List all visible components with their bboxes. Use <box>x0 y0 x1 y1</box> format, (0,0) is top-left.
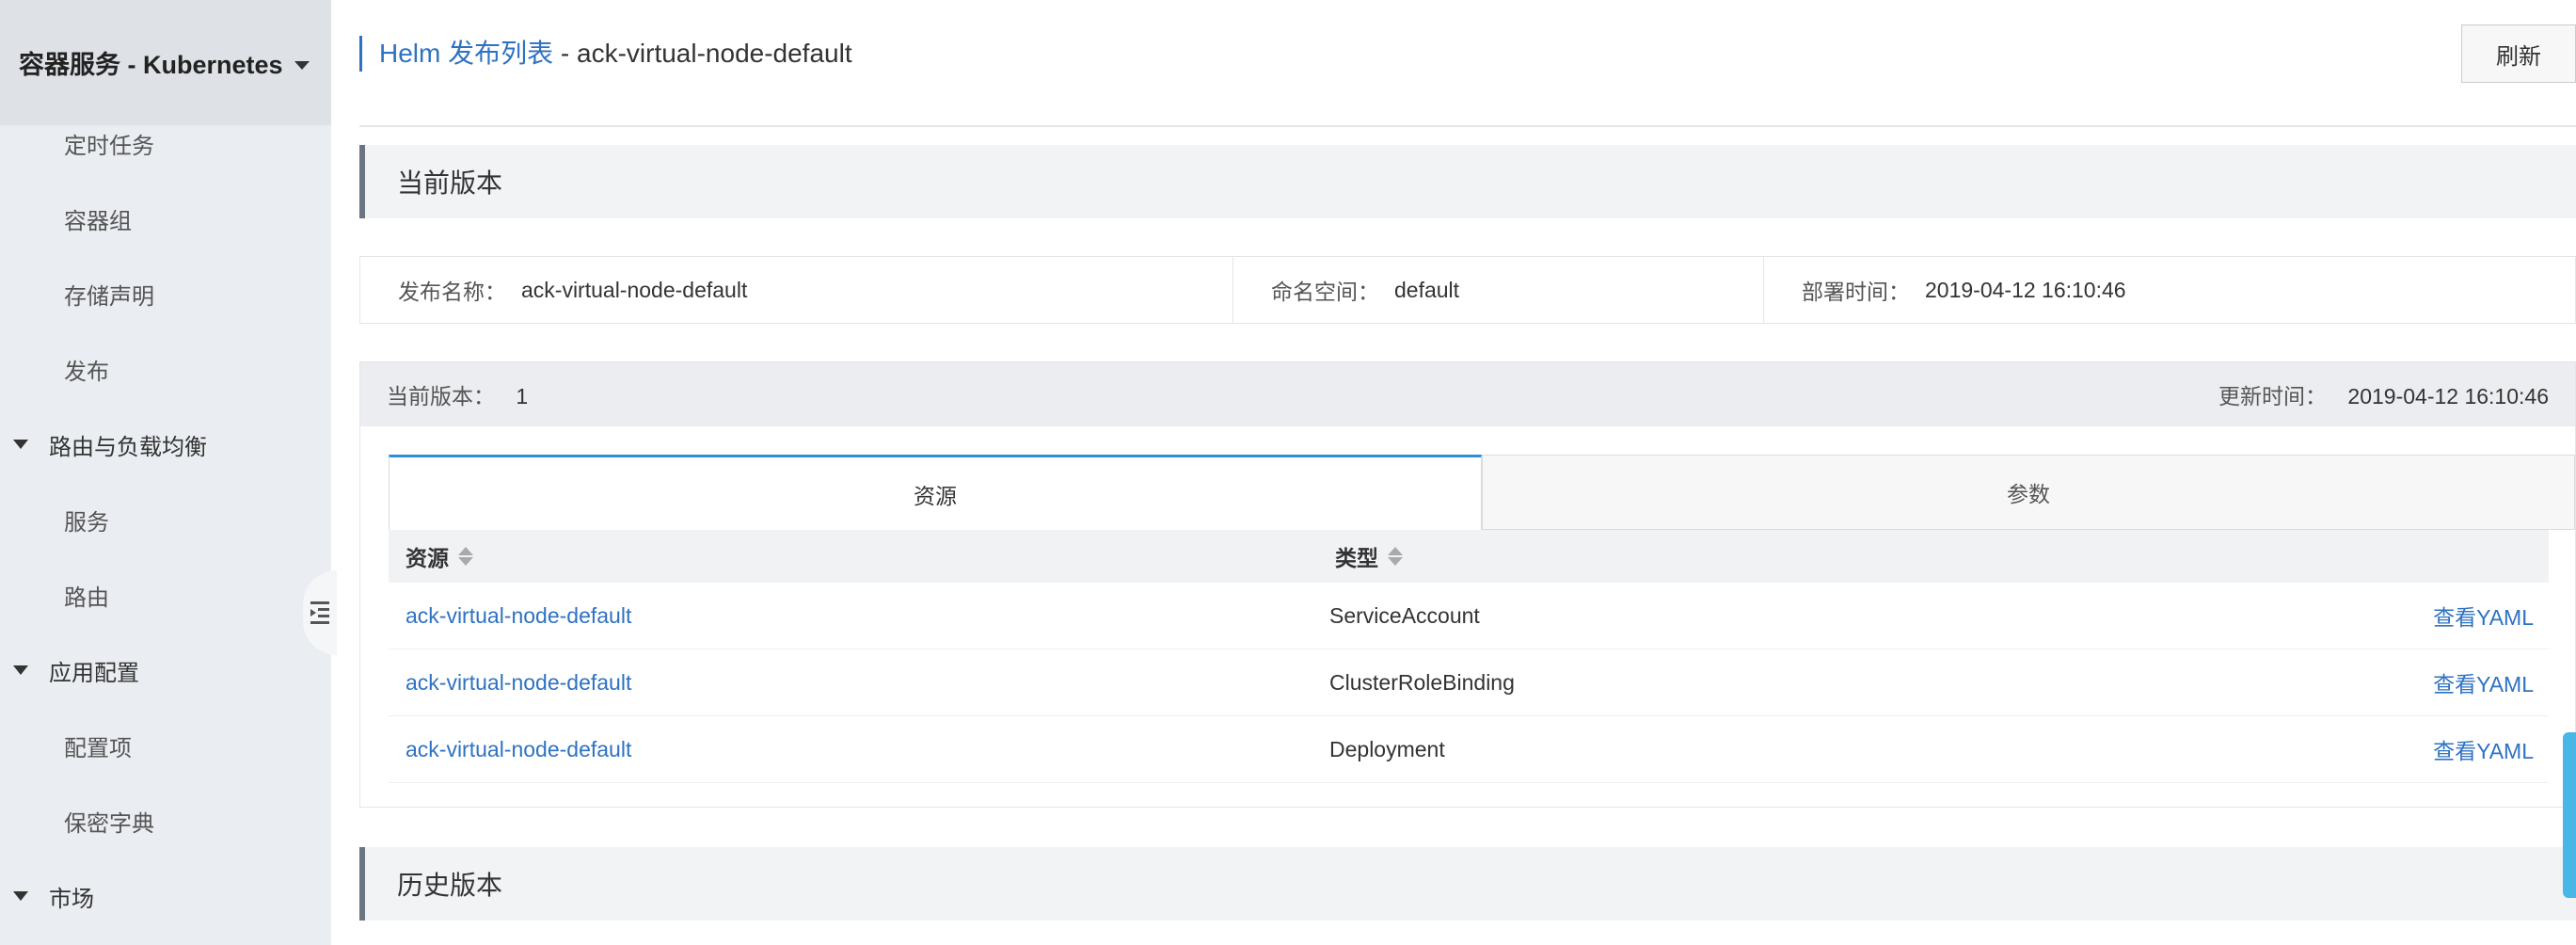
section-current-version: 当前版本 <box>359 145 2576 218</box>
refresh-button[interactable]: 刷新 <box>2461 24 2576 83</box>
sidebar-item-configmaps[interactable]: 配置项 <box>0 717 331 774</box>
product-switcher[interactable]: 容器服务 - Kubernetes <box>0 0 331 125</box>
column-header-label: 类型 <box>1335 546 1378 570</box>
table-header: 资源 类型 <box>389 530 2549 583</box>
sidebar-item-secrets[interactable]: 保密字典 <box>0 793 331 849</box>
namespace-label: 命名空间： <box>1271 280 1379 304</box>
sidebar-group-label: 市场 <box>49 886 94 912</box>
chevron-down-icon <box>294 60 310 70</box>
column-header-type[interactable]: 类型 <box>1335 540 1403 572</box>
sidebar-group-market[interactable]: 市场 <box>0 868 331 924</box>
resource-link[interactable]: ack-virtual-node-default <box>405 670 631 696</box>
resource-type: ClusterRoleBinding <box>1329 669 1515 695</box>
sidebar-item-label: 保密字典 <box>64 810 154 837</box>
sidebar-group-label: 路由与负载均衡 <box>49 434 207 460</box>
sidebar-item-label: 发布 <box>64 359 109 385</box>
view-yaml-link[interactable]: 查看YAML <box>2433 600 2534 632</box>
sidebar-item-ingress[interactable]: 路由 <box>0 567 331 623</box>
sidebar-item-pvc[interactable]: 存储声明 <box>0 265 331 322</box>
floating-help-widget[interactable] <box>2563 732 2576 898</box>
update-time-label: 更新时间： <box>2218 384 2328 408</box>
caret-down-icon <box>13 440 28 449</box>
update-time-info: 更新时间： 2019-04-12 16:10:46 <box>2218 378 2549 410</box>
current-version-card: 当前版本： 1 更新时间： 2019-04-12 16:10:46 资源 参数 … <box>359 361 2576 808</box>
breadcrumb: Helm 发布列表 - ack-virtual-node-default <box>359 36 852 72</box>
sidebar-item-services[interactable]: 服务 <box>0 491 331 548</box>
table-row: ack-virtual-node-default ServiceAccount … <box>389 583 2549 649</box>
release-name-label: 发布名称： <box>398 280 506 304</box>
deploy-time-cell: 部署时间： 2019-04-12 16:10:46 <box>1764 257 2575 323</box>
version-label: 当前版本： <box>387 384 495 408</box>
sidebar-item-label: 路由 <box>64 585 109 611</box>
column-header-label: 资源 <box>405 546 449 570</box>
deploy-time-value: 2019-04-12 16:10:46 <box>1925 277 2126 302</box>
resource-link[interactable]: ack-virtual-node-default <box>405 737 631 762</box>
breadcrumb-helm-list-link[interactable]: Helm 发布列表 <box>379 39 553 68</box>
sidebar-item-label: 服务 <box>64 509 109 536</box>
resource-type: Deployment <box>1329 736 1445 761</box>
section-title: 当前版本 <box>397 168 503 198</box>
resources-table: 资源 类型 ack-virtual-node-default ServiceAc… <box>389 530 2549 783</box>
resource-link[interactable]: ack-virtual-node-default <box>405 603 631 629</box>
sidebar-item-label: 配置项 <box>64 735 132 761</box>
breadcrumb-current: - ack-virtual-node-default <box>553 39 852 68</box>
page-header: Helm 发布列表 - ack-virtual-node-default 刷新 <box>359 0 2576 127</box>
sort-icon <box>458 547 473 566</box>
version-info: 当前版本： 1 <box>387 378 528 410</box>
sidebar-item-label: 存储声明 <box>64 283 154 310</box>
section-history-version: 历史版本 <box>359 847 2576 921</box>
tab-resources[interactable]: 资源 <box>389 455 1482 530</box>
caret-down-icon <box>13 665 28 675</box>
sidebar-item-label: 定时任务 <box>64 133 154 159</box>
release-info-row: 发布名称： ack-virtual-node-default 命名空间： def… <box>359 256 2576 324</box>
caret-down-icon <box>13 891 28 901</box>
resource-type: ServiceAccount <box>1329 602 1480 628</box>
table-row: ack-virtual-node-default ClusterRoleBind… <box>389 649 2549 716</box>
sidebar-item-cronjobs[interactable]: 定时任务 <box>0 115 331 171</box>
namespace-value: default <box>1394 277 1460 302</box>
release-name-cell: 发布名称： ack-virtual-node-default <box>360 257 1233 323</box>
table-row: ack-virtual-node-default Deployment 查看YA… <box>389 716 2549 783</box>
view-yaml-link[interactable]: 查看YAML <box>2433 666 2534 698</box>
sidebar: 容器服务 - Kubernetes 定时任务 容器组 存储声明 发布 路由与负载… <box>0 0 331 945</box>
sidebar-item-pods[interactable]: 容器组 <box>0 190 331 247</box>
view-yaml-link[interactable]: 查看YAML <box>2433 733 2534 765</box>
product-title: 容器服务 - Kubernetes <box>19 51 283 79</box>
update-time-value: 2019-04-12 16:10:46 <box>2347 384 2549 408</box>
sidebar-group-config[interactable]: 应用配置 <box>0 642 331 698</box>
main-content: Helm 发布列表 - ack-virtual-node-default 刷新 … <box>331 0 2576 945</box>
sort-icon <box>1388 547 1403 566</box>
tabs: 资源 参数 <box>389 455 2575 530</box>
card-header: 当前版本： 1 更新时间： 2019-04-12 16:10:46 <box>360 362 2575 426</box>
section-title: 历史版本 <box>397 871 503 900</box>
sidebar-group-label: 应用配置 <box>49 660 139 686</box>
namespace-cell: 命名空间： default <box>1233 257 1764 323</box>
version-value: 1 <box>516 384 529 408</box>
collapse-menu-icon <box>310 601 329 624</box>
deploy-time-label: 部署时间： <box>1802 280 1910 304</box>
sidebar-item-releases[interactable]: 发布 <box>0 341 331 397</box>
tab-parameters[interactable]: 参数 <box>1482 455 2575 530</box>
column-header-resource[interactable]: 资源 <box>405 540 473 572</box>
sidebar-group-routing[interactable]: 路由与负载均衡 <box>0 416 331 472</box>
sidebar-item-label: 容器组 <box>64 208 132 234</box>
release-name-value: ack-virtual-node-default <box>521 277 748 302</box>
